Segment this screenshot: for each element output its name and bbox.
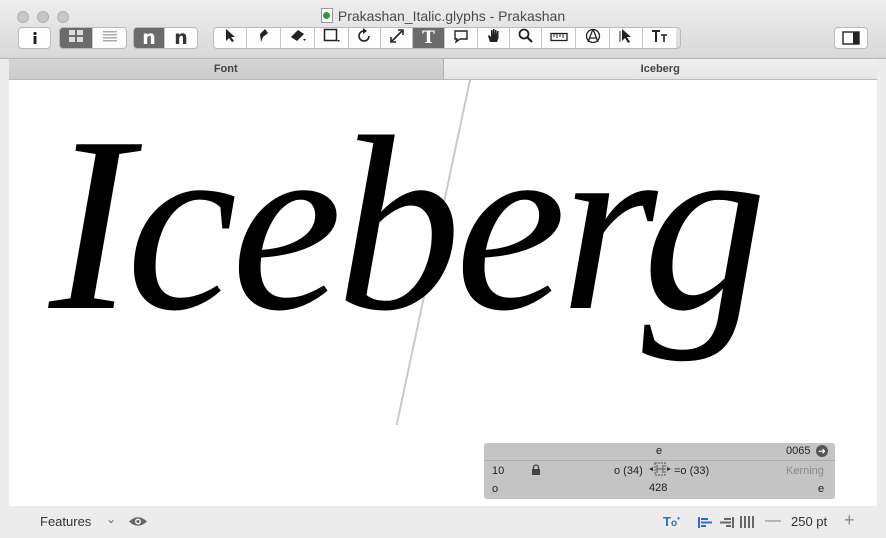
select-tool-button[interactable] [214,28,247,48]
info-icon [30,31,40,45]
annotation-tool-button[interactable] [445,28,478,48]
unicode-value[interactable]: 0065 [786,445,810,457]
tool-group[interactable]: T [213,27,681,49]
select-icon [224,28,236,48]
arrow-right-circle-icon[interactable]: ➜ [816,445,828,457]
eraser-icon [289,28,307,48]
rectangle-icon [323,28,341,48]
align-right-icon[interactable] [720,516,734,531]
text-features-icon[interactable]: To• [663,514,680,529]
grid-view-icon [68,29,84,47]
hand-tool-button[interactable] [478,28,510,48]
glyph-name[interactable]: e [654,445,664,457]
zoom-in-button[interactable]: + [844,510,855,531]
metrics-link-icon[interactable] [649,462,671,480]
zoom-icon [518,28,533,48]
sidebar-toggle-button[interactable] [834,27,868,49]
select-all-layers-button[interactable] [610,28,643,48]
info-button[interactable] [18,27,51,49]
text-tool-button[interactable]: T [413,28,445,48]
rotate-icon [357,28,372,48]
show-n-icon: n [142,27,156,49]
show-filled-button[interactable]: n [134,27,166,49]
zoom-out-button[interactable]: — [765,512,781,530]
show-outline-button[interactable]: n [165,28,197,48]
document-tabs: Font Iceberg [9,59,877,80]
tab-font[interactable]: Font [9,59,444,79]
select-all-icon [619,28,633,48]
anchor-tool-button[interactable] [576,28,610,48]
lock-icon[interactable] [531,464,541,479]
status-bar: Features ⌄ To• — 250 pt + [9,506,877,538]
app-window: Prakashan_Italic.glyphs - Prakashan n n [0,0,886,538]
pen-tool-button[interactable] [247,28,281,48]
preview-mode-control[interactable]: n n [133,27,198,49]
align-left-icon[interactable] [698,516,712,531]
text-scale-button[interactable] [643,28,676,48]
eraser-tool-button[interactable] [281,28,315,48]
features-label[interactable]: Features [40,514,91,529]
left-kerning-group[interactable]: o [492,483,498,495]
show-n-outline-icon: n [174,27,188,49]
zoom-tool-button[interactable] [510,28,542,48]
scale-icon [389,28,404,48]
vertical-text-icon[interactable] [740,516,754,531]
glyph-info-panel: e 0065 ➜ 10 o (34) =o (33) Kerning 428 o… [484,443,835,499]
tab-iceberg[interactable]: Iceberg [443,59,877,79]
sidebar-icon [842,31,860,45]
rectangle-tool-button[interactable] [315,28,349,48]
right-kerning-group[interactable]: e [818,483,824,495]
view-mode-control[interactable] [59,27,127,49]
pen-icon [257,28,271,48]
edit-text[interactable]: Iceberg [49,100,767,350]
list-view-button[interactable] [93,28,126,48]
document-icon [320,8,333,23]
chevron-down-icon[interactable]: ⌄ [106,512,116,526]
rotate-tool-button[interactable] [349,28,381,48]
scale-tool-button[interactable] [381,28,413,48]
anchor-icon [585,28,601,48]
hand-icon [486,28,501,48]
lsb-value[interactable]: 10 [492,465,504,477]
measure-tool-button[interactable] [542,28,576,48]
kerning-label: Kerning [786,465,824,477]
grid-view-button[interactable] [60,28,94,48]
left-metrics-group[interactable]: o (34) [614,465,643,477]
glyph-width[interactable]: 428 [649,482,667,494]
titlebar: Prakashan_Italic.glyphs - Prakashan n n [0,0,886,59]
text-icon: T [422,28,435,48]
measure-icon [549,29,568,47]
window-title: Prakashan_Italic.glyphs - Prakashan [0,8,886,24]
right-metrics-group[interactable]: =o (33) [674,465,709,477]
eye-icon[interactable] [128,515,148,531]
annotation-icon [453,29,469,48]
zoom-value[interactable]: 250 pt [791,514,827,529]
list-view-icon [102,29,118,47]
text-scale-icon [651,29,668,48]
